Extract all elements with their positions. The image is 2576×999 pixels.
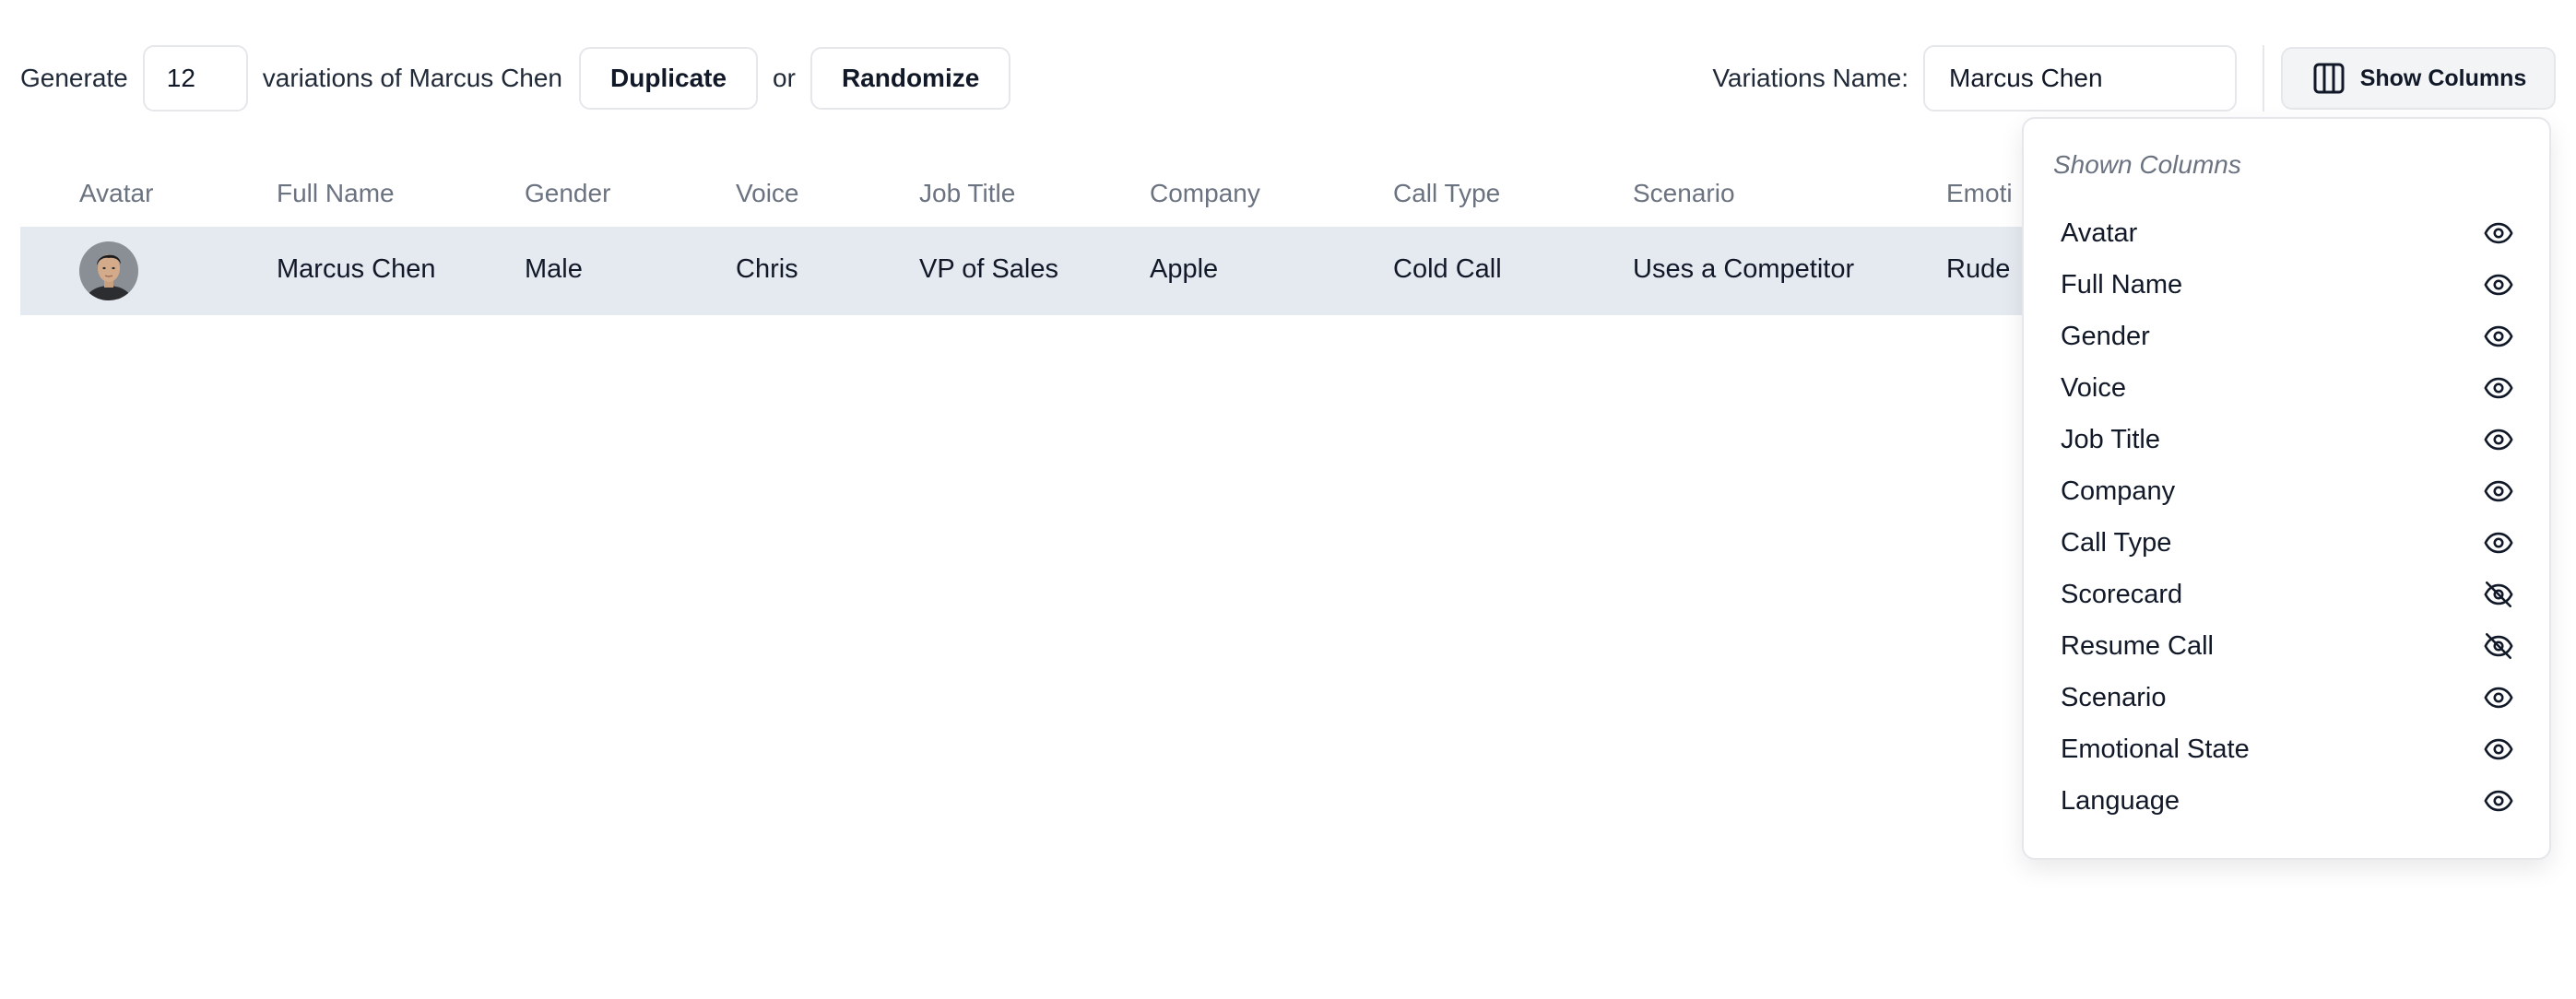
cell-company: Apple <box>1150 254 1219 284</box>
column-toggle-label: Resume Call <box>2061 630 2214 661</box>
table-row[interactable]: Marcus Chen Male Chris VP of Sales Apple… <box>20 227 2095 315</box>
cell-gender: Male <box>525 254 583 284</box>
column-toggle-label: Full Name <box>2061 269 2183 300</box>
eye-icon[interactable] <box>2483 269 2514 300</box>
variations-of-label: variations of Marcus Chen <box>262 64 563 92</box>
column-toggle-emotional-state[interactable]: Emotional State <box>2061 727 2514 771</box>
avatar-photo <box>79 241 138 300</box>
eye-icon[interactable] <box>2483 372 2514 404</box>
duplicate-button[interactable]: Duplicate <box>579 47 759 110</box>
or-label: or <box>773 64 796 92</box>
column-header-company[interactable]: Company <box>1150 179 1260 208</box>
cell-emotional-state: Rude <box>1946 254 2011 284</box>
avatar <box>79 241 138 300</box>
column-header-emotional-state[interactable]: Emoti <box>1946 179 2013 208</box>
column-toggle-scorecard[interactable]: Scorecard <box>2061 572 2514 617</box>
column-toggle-label: Language <box>2061 785 2180 816</box>
table-header: Avatar Full Name Gender Voice Job Title … <box>20 159 2095 227</box>
column-toggle-gender[interactable]: Gender <box>2061 314 2514 358</box>
eye-off-icon[interactable] <box>2483 579 2514 610</box>
column-toggle-job-title[interactable]: Job Title <box>2061 417 2514 462</box>
column-toggle-voice[interactable]: Voice <box>2061 366 2514 410</box>
column-header-full-name[interactable]: Full Name <box>277 179 395 208</box>
column-toggle-label: Scorecard <box>2061 579 2183 609</box>
toolbar-divider <box>2263 45 2264 112</box>
column-toggle-label: Job Title <box>2061 424 2160 454</box>
variations-table: Avatar Full Name Gender Voice Job Title … <box>20 159 2095 315</box>
variations-name-label: Variations Name: <box>1712 64 1908 92</box>
cell-voice: Chris <box>736 254 798 284</box>
column-header-job-title[interactable]: Job Title <box>919 179 1015 208</box>
column-toggle-label: Call Type <box>2061 527 2172 558</box>
eye-icon[interactable] <box>2483 785 2514 817</box>
column-toggle-label: Gender <box>2061 321 2150 351</box>
column-toggle-label: Avatar <box>2061 217 2138 248</box>
cell-call-type: Cold Call <box>1393 254 1502 284</box>
variations-name-input[interactable] <box>1923 45 2237 112</box>
columns-icon <box>2313 63 2345 94</box>
column-header-gender[interactable]: Gender <box>525 179 610 208</box>
column-toggle-company[interactable]: Company <box>2061 469 2514 513</box>
dropdown-title: Shown Columns <box>2053 150 2241 179</box>
column-toggle-scenario[interactable]: Scenario <box>2061 676 2514 720</box>
column-toggle-label: Company <box>2061 476 2176 506</box>
column-toggle-avatar[interactable]: Avatar <box>2061 211 2514 255</box>
cell-full-name: Marcus Chen <box>277 254 436 284</box>
cell-job-title: VP of Sales <box>919 254 1059 284</box>
show-columns-button[interactable]: Show Columns <box>2281 47 2556 110</box>
eye-icon[interactable] <box>2483 734 2514 765</box>
eye-off-icon[interactable] <box>2483 630 2514 662</box>
column-header-scenario[interactable]: Scenario <box>1633 179 1735 208</box>
eye-icon[interactable] <box>2483 424 2514 455</box>
column-toggle-full-name[interactable]: Full Name <box>2061 263 2514 307</box>
column-header-voice[interactable]: Voice <box>736 179 799 208</box>
show-columns-dropdown: Shown Columns Avatar Full Name Gender Vo… <box>2022 117 2551 860</box>
column-toggle-label: Emotional State <box>2061 734 2250 764</box>
column-toggle-language[interactable]: Language <box>2061 779 2514 823</box>
variation-count-input[interactable] <box>142 45 248 112</box>
column-toggle-call-type[interactable]: Call Type <box>2061 521 2514 565</box>
column-header-avatar[interactable]: Avatar <box>79 179 153 208</box>
eye-icon[interactable] <box>2483 476 2514 507</box>
eye-icon[interactable] <box>2483 682 2514 713</box>
randomize-button[interactable]: Randomize <box>809 47 1011 110</box>
column-toggle-label: Voice <box>2061 372 2126 403</box>
show-columns-label: Show Columns <box>2359 65 2527 91</box>
variations-page: Generate variations of Marcus Chen Dupli… <box>0 0 2576 999</box>
eye-icon[interactable] <box>2483 321 2514 352</box>
generate-label: Generate <box>20 64 128 92</box>
eye-icon[interactable] <box>2483 527 2514 558</box>
cell-scenario: Uses a Competitor <box>1633 254 1855 284</box>
column-toggle-resume-call[interactable]: Resume Call <box>2061 624 2514 668</box>
column-toggle-label: Scenario <box>2061 682 2167 712</box>
eye-icon[interactable] <box>2483 217 2514 249</box>
toolbar: Generate variations of Marcus Chen Dupli… <box>20 45 2556 112</box>
column-header-call-type[interactable]: Call Type <box>1393 179 1500 208</box>
